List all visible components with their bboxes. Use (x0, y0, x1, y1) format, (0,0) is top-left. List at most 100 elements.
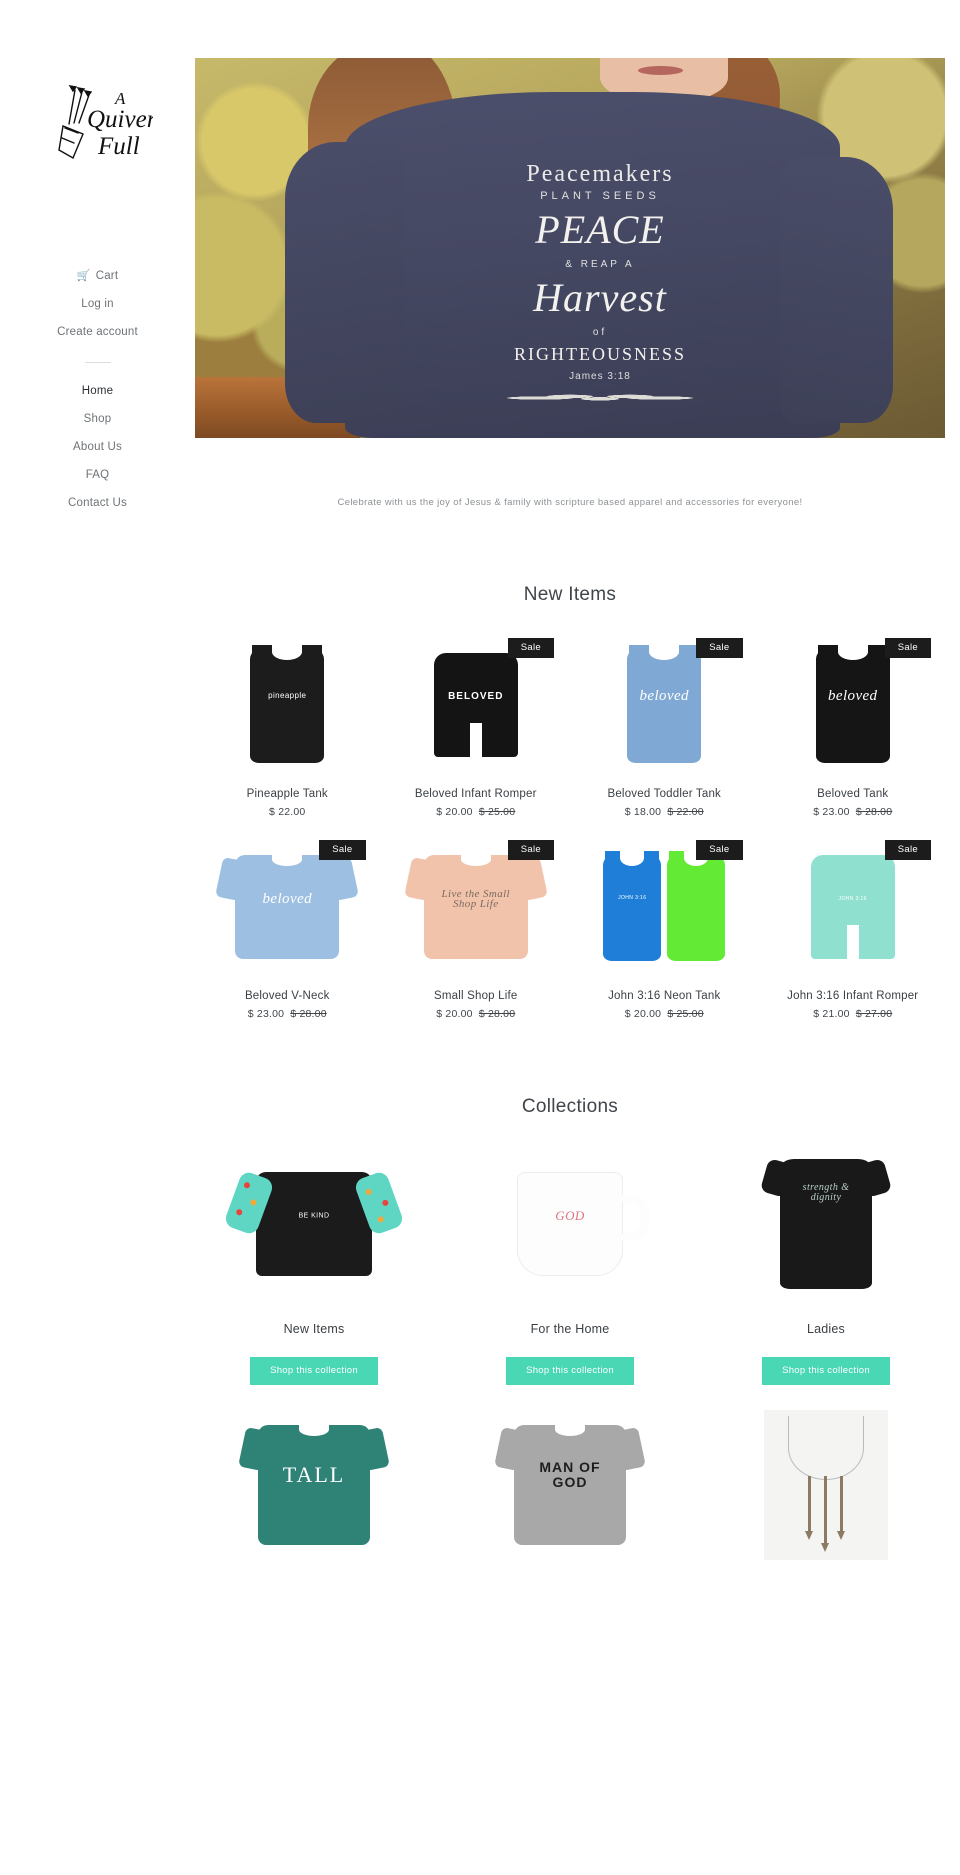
product-price: $ 23.00 $ 28.00 (195, 1008, 380, 1020)
nav-link-cart[interactable]: 🛒 Cart (0, 262, 195, 290)
product-title: Beloved Tank (817, 788, 889, 800)
price-compare-at: $ 22.00 (667, 806, 704, 818)
product-image[interactable]: Sale JOHN 3:16 (761, 836, 946, 978)
product-title: Pineapple Tank (246, 788, 328, 800)
nav-link-shop[interactable]: Shop (0, 405, 195, 433)
nav-divider (84, 362, 111, 363)
sale-badge: Sale (507, 840, 554, 860)
product-card[interactable]: Sale beloved Beloved Toddler Tank $ 18.0… (572, 634, 757, 818)
product-card[interactable]: Sale BELOVED Beloved Infant Romper $ 20.… (384, 634, 569, 818)
garment-print-text: BE KIND (298, 1212, 330, 1220)
collection-card[interactable]: BE KIND New Items Shop this collection (195, 1144, 433, 1385)
garment-print-text: TALL (282, 1462, 346, 1488)
product-card[interactable]: Sale beloved Beloved Tank $ 23.00 $ 28.0… (761, 634, 946, 818)
garment-print-text: GOD (555, 1207, 585, 1223)
price-current: $ 23.00 (813, 806, 850, 818)
price-current: $ 21.00 (813, 1008, 850, 1020)
garment-print-text: JOHN 3:16 (618, 895, 647, 902)
price-compare-at: $ 25.00 (667, 1008, 704, 1020)
product-title: Beloved Infant Romper (414, 788, 537, 800)
product-card[interactable]: pineapple Pineapple Tank $ 22.00 (195, 634, 380, 818)
sale-badge: Sale (884, 638, 931, 658)
collection-title: For the Home (530, 1322, 610, 1336)
quiver-logo-icon: A Quiver Full (57, 85, 153, 160)
product-price: $ 22.00 (195, 806, 380, 818)
price-current: $ 23.00 (247, 1008, 285, 1020)
product-title: John 3:16 Neon Tank (608, 990, 721, 1002)
shop-collection-button[interactable]: Shop this collection (762, 1357, 890, 1385)
price-current: $ 18.00 (624, 806, 662, 818)
product-title: John 3:16 Infant Romper (787, 990, 919, 1002)
nav-link-contact-us[interactable]: Contact Us (0, 489, 195, 517)
collection-image[interactable]: MAN OF GOD (451, 1405, 689, 1565)
product-image[interactable]: Sale beloved (761, 634, 946, 776)
garment-print-text: MAN OF GOD (539, 1459, 601, 1491)
garment-print-text: Live the Small Shop Life (441, 887, 511, 910)
hero-banner[interactable]: Peacemakers PLANT SEEDS PEACE & REAP A H… (195, 58, 945, 438)
price-current: $ 20.00 (436, 1008, 473, 1020)
collection-card[interactable]: TALL (195, 1405, 433, 1583)
nav-link-about-us[interactable]: About Us (0, 433, 195, 461)
garment-print-text: beloved (828, 687, 878, 704)
product-image[interactable]: Sale Live the Small Shop Life (384, 836, 569, 978)
product-price: $ 23.00 $ 28.00 (761, 806, 946, 818)
price-compare-at: $ 28.00 (290, 1008, 327, 1020)
collection-card[interactable] (707, 1405, 945, 1583)
sale-badge: Sale (319, 840, 366, 860)
product-title: Small Shop Life (433, 990, 518, 1002)
product-price: $ 20.00 $ 25.00 (384, 806, 569, 818)
nav-link-home[interactable]: Home (0, 377, 195, 405)
garment-print-text: strength & dignity (802, 1181, 850, 1203)
product-image[interactable]: Sale JOHN 3:16 (572, 836, 757, 978)
shop-collection-button[interactable]: Shop this collection (506, 1357, 634, 1385)
nav-link-faq[interactable]: FAQ (0, 461, 195, 489)
collection-image[interactable]: TALL (195, 1405, 433, 1565)
product-image[interactable]: Sale BELOVED (384, 634, 569, 776)
sidebar: A Quiver Full 🛒 Cart Log in Create accou… (0, 0, 195, 1875)
price-compare-at: $ 28.00 (478, 1008, 516, 1020)
collection-image[interactable]: BE KIND (195, 1144, 433, 1304)
product-image[interactable]: Sale beloved (195, 836, 380, 978)
collection-card[interactable]: GOD For the Home Shop this collection (451, 1144, 689, 1385)
product-price: $ 21.00 $ 27.00 (761, 1008, 946, 1020)
price-current: $ 20.00 (436, 806, 473, 818)
price-current: $ 22.00 (269, 806, 306, 818)
new-items-heading: New Items (523, 584, 617, 605)
product-title: Beloved V-Neck (244, 990, 330, 1002)
collections-grid: BE KIND New Items Shop this collection G… (195, 1144, 945, 1583)
product-price: $ 20.00 $ 28.00 (384, 1008, 569, 1020)
svg-text:Quiver: Quiver (87, 106, 153, 133)
shopping-cart-icon: 🛒 (76, 269, 91, 282)
collection-title: New Items (283, 1322, 345, 1336)
hero-image (195, 58, 945, 438)
garment-print-text: BELOVED (448, 690, 504, 702)
collections-heading: Collections (521, 1096, 619, 1117)
garment-print-text: pineapple (268, 690, 307, 700)
price-compare-at: $ 27.00 (855, 1008, 893, 1020)
product-card[interactable]: Sale JOHN 3:16 John 3:16 Infant Romper $… (761, 836, 946, 1020)
product-image[interactable]: pineapple (195, 634, 380, 776)
product-card[interactable]: Sale Live the Small Shop Life Small Shop… (384, 836, 569, 1020)
shop-collection-button[interactable]: Shop this collection (250, 1357, 378, 1385)
svg-text:Full: Full (97, 133, 140, 160)
sale-badge: Sale (696, 840, 743, 860)
collection-image[interactable]: GOD (451, 1144, 689, 1304)
collection-image[interactable]: strength & dignity (707, 1144, 945, 1304)
collection-card[interactable]: MAN OF GOD (451, 1405, 689, 1583)
sale-badge: Sale (696, 638, 743, 658)
main-content: Peacemakers PLANT SEEDS PEACE & REAP A H… (195, 0, 960, 1875)
account-nav: 🛒 Cart Log in Create account (0, 262, 195, 346)
collection-image[interactable] (707, 1405, 945, 1565)
product-title: Beloved Toddler Tank (607, 788, 722, 800)
collection-card[interactable]: strength & dignity Ladies Shop this coll… (707, 1144, 945, 1385)
product-card[interactable]: Sale beloved Beloved V-Neck $ 23.00 $ 28… (195, 836, 380, 1020)
price-compare-at: $ 28.00 (855, 806, 893, 818)
collection-title: Ladies (806, 1322, 846, 1336)
nav-link-login[interactable]: Log in (0, 290, 195, 318)
product-image[interactable]: Sale beloved (572, 634, 757, 776)
nav-link-create-account[interactable]: Create account (0, 318, 195, 346)
nav-label-cart: Cart (95, 270, 119, 282)
site-logo[interactable]: A Quiver Full (43, 78, 153, 170)
product-card[interactable]: Sale JOHN 3:16 John 3:16 Neon Tank $ 20.… (572, 836, 757, 1020)
garment-print-text: beloved (639, 687, 689, 704)
